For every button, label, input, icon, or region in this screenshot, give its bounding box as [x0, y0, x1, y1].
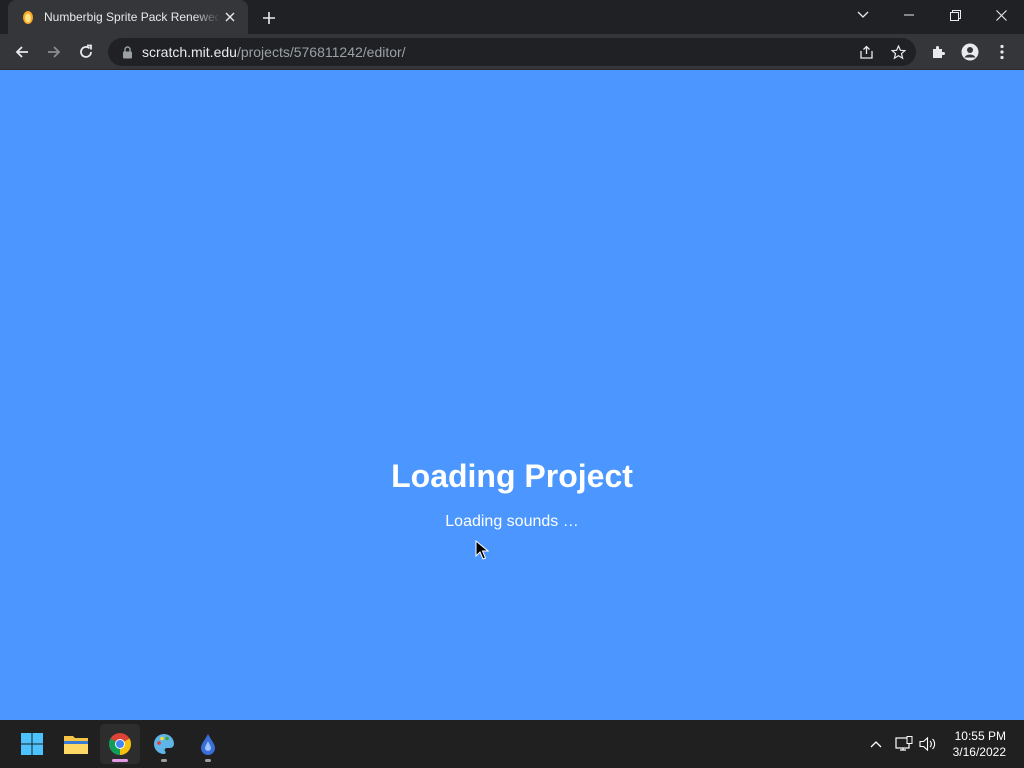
puzzle-icon [933, 46, 945, 58]
page-content: Loading Project Loading sounds … [0, 70, 1024, 720]
chrome-menu-button[interactable] [988, 38, 1016, 66]
loading-status: Loading sounds … [445, 513, 579, 530]
windows-logo-icon [21, 733, 43, 755]
windows-taskbar: 10:55 PM 3/16/2022 [0, 720, 1024, 768]
chrome-icon [109, 733, 131, 755]
volume-button[interactable] [916, 732, 940, 756]
star-icon [890, 44, 906, 59]
back-button[interactable] [8, 38, 36, 66]
network-icon [895, 736, 913, 751]
browser-tab-active[interactable]: Numberbig Sprite Pack Renewed [8, 0, 248, 34]
arrow-right-icon [48, 46, 61, 58]
restore-icon [949, 9, 961, 21]
minimize-icon [904, 14, 914, 16]
running-indicator [205, 759, 211, 762]
tab-close-icon[interactable] [222, 9, 238, 25]
edge-dev-taskbar-button[interactable] [188, 724, 228, 764]
running-indicator [161, 759, 167, 762]
chevron-up-icon [870, 741, 882, 748]
edge-dev-icon [201, 734, 215, 755]
file-explorer-button[interactable] [56, 724, 96, 764]
url-path: /projects/576811242/editor/ [236, 44, 406, 60]
avatar-icon [961, 43, 979, 61]
chrome-taskbar-button[interactable] [100, 724, 140, 764]
paint-palette-icon [154, 734, 174, 754]
browser-toolbar: scratch.mit.edu/projects/576811242/edito… [0, 34, 1024, 70]
chevron-down-icon [857, 11, 869, 18]
close-window-button[interactable] [978, 0, 1024, 30]
show-hidden-icons-button[interactable] [864, 732, 888, 756]
plus-icon [263, 12, 275, 24]
profile-button[interactable] [956, 38, 984, 66]
folder-icon [64, 736, 88, 754]
tab-search-button[interactable] [840, 0, 886, 30]
clock-time: 10:55 PM [954, 729, 1006, 743]
reload-button[interactable] [72, 38, 100, 66]
start-button[interactable] [12, 724, 52, 764]
kebab-menu-icon [1000, 44, 1004, 60]
restore-button[interactable] [932, 0, 978, 30]
close-icon [995, 9, 1007, 21]
scratch-cat-icon [20, 9, 36, 25]
url-host: scratch.mit.edu [142, 44, 237, 60]
speaker-icon [919, 736, 936, 752]
loading-title: Loading Project [391, 458, 633, 494]
extensions-button[interactable] [924, 38, 952, 66]
browser-titlebar: Numberbig Sprite Pack Renewed [0, 0, 1024, 34]
share-icon [859, 45, 873, 59]
minimize-button[interactable] [886, 0, 932, 30]
forward-button[interactable] [40, 38, 68, 66]
active-indicator [112, 759, 128, 762]
bookmark-button[interactable] [884, 38, 912, 66]
mouse-cursor-icon [475, 540, 489, 560]
share-button[interactable] [852, 38, 880, 66]
tab-title: Numberbig Sprite Pack Renewed [44, 10, 220, 24]
reload-icon [80, 44, 92, 58]
address-bar[interactable]: scratch.mit.edu/projects/576811242/edito… [108, 38, 916, 66]
network-button[interactable] [892, 732, 916, 756]
arrow-left-icon [15, 46, 28, 58]
lock-icon[interactable] [120, 45, 134, 59]
new-tab-button[interactable] [258, 7, 280, 29]
paint-taskbar-button[interactable] [144, 724, 184, 764]
clock-date: 3/16/2022 [952, 745, 1006, 759]
system-clock[interactable]: 10:55 PM 3/16/2022 [953, 728, 1006, 760]
url-text[interactable]: scratch.mit.edu/projects/576811242/edito… [142, 44, 406, 60]
